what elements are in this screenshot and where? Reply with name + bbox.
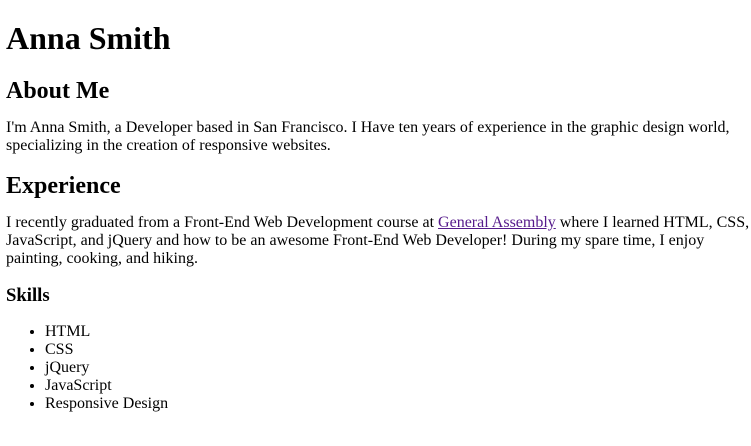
list-item: HTML [45, 323, 745, 341]
about-paragraph: I'm Anna Smith, a Developer based in San… [6, 119, 730, 154]
list-item: jQuery [45, 359, 745, 377]
list-item: Responsive Design [45, 395, 745, 413]
skills-heading: Skills [6, 285, 50, 306]
page: Anna Smith About Me I'm Anna Smith, a De… [0, 0, 751, 413]
list-item: JavaScript [45, 377, 745, 395]
experience-paragraph: I recently graduated from a Front-End We… [6, 214, 750, 268]
experience-text-before: I recently graduated from a Front-End We… [6, 214, 439, 231]
skills-list: HTML CSS jQuery JavaScript Responsive De… [6, 323, 745, 413]
list-item: CSS [45, 341, 745, 359]
general-assembly-link[interactable]: General Assembly [438, 214, 556, 231]
page-title: Anna Smith [6, 20, 171, 56]
experience-heading: Experience [6, 173, 121, 199]
about-heading: About Me [6, 78, 110, 104]
